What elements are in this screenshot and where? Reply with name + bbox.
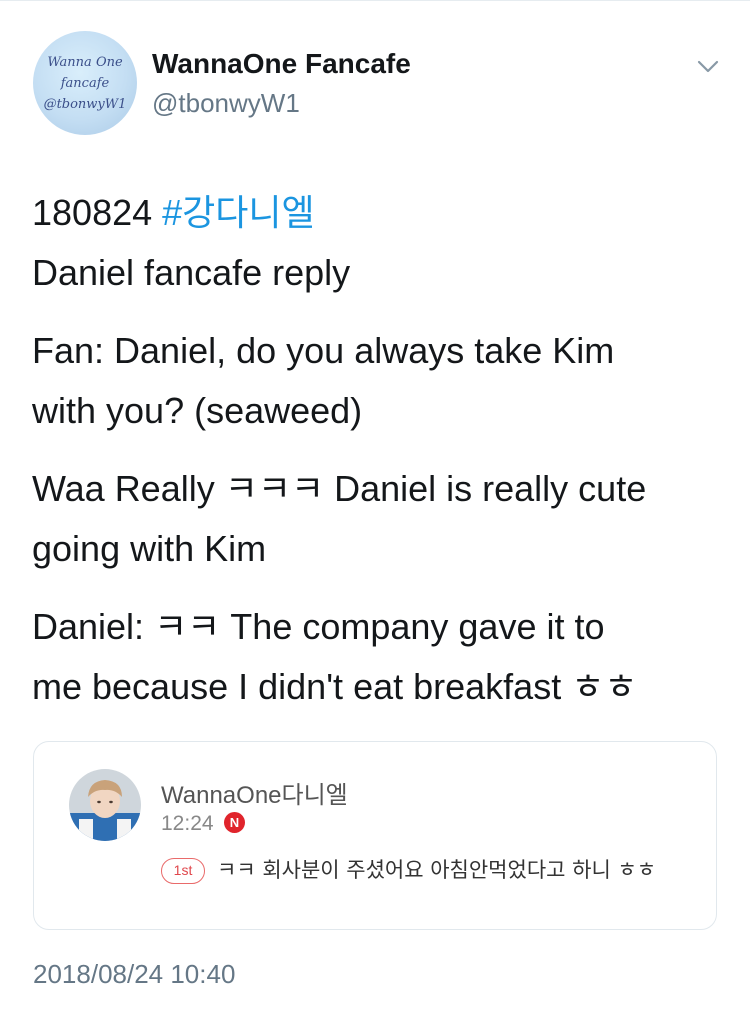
rank-badge: 1st xyxy=(161,858,205,884)
avatar-text-line-2: fancafe xyxy=(60,75,110,91)
fan-comment-line-2: going with Kim xyxy=(32,528,267,569)
daniel-reply-line-2: me because I didn't eat breakfast ㅎㅎ xyxy=(32,666,638,707)
card-time: 12:24 xyxy=(161,812,214,835)
fan-comment-line-1: Waa Really ㅋㅋㅋ Daniel is really cute xyxy=(32,468,647,509)
attached-image-card[interactable]: WannaOne다니엘 12:24 N ㅋㅋ 회사분이 주셨어요 아침안먹었다고… xyxy=(33,741,717,930)
avatar-text-line-1: Wanna One xyxy=(47,54,123,70)
author-avatar[interactable]: Wanna One fancafe @tbonwyW1 xyxy=(33,31,137,135)
card-reply-text: ㅋㅋ 회사분이 주셨어요 아침안먹었다고 하니 ㅎㅎ xyxy=(217,858,657,882)
new-badge-icon: N xyxy=(224,812,245,833)
tweet-text: 180824 #강다니엘 Daniel fancafe reply Fan: D… xyxy=(32,183,732,717)
card-author-name: WannaOne다니엘 xyxy=(161,782,348,809)
avatar-text-line-3: @tbonwyW1 xyxy=(43,96,127,112)
tweet-subtitle: Daniel fancafe reply xyxy=(32,252,351,293)
fan-question-line-1: Fan: Daniel, do you always take Kim xyxy=(32,330,615,371)
fan-question-line-2: with you? (seaweed) xyxy=(32,390,363,431)
author-display-name[interactable]: WannaOne Fancafe xyxy=(152,48,411,80)
hashtag-link[interactable]: #강다니엘 xyxy=(162,192,315,233)
chevron-down-icon[interactable] xyxy=(696,57,720,77)
tweet-timestamp[interactable]: 2018/08/24 10:40 xyxy=(33,959,235,990)
daniel-reply-line-1: Daniel: ㅋㅋ The company gave it to xyxy=(32,606,605,647)
card-avatar xyxy=(69,769,141,841)
author-handle[interactable]: @tbonwyW1 xyxy=(152,88,300,119)
tweet-line-date: 180824 #강다니엘 xyxy=(32,183,732,243)
tweet-date: 180824 xyxy=(32,192,153,233)
tweet-page: Wanna One fancafe @tbonwyW1 WannaOne Fan… xyxy=(0,0,750,1013)
